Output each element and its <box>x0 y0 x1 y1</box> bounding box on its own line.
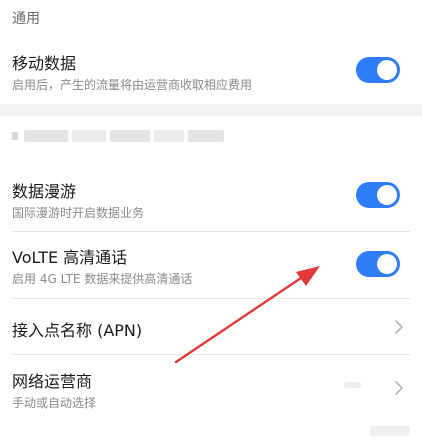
obscured-value <box>344 382 362 388</box>
volte-row[interactable]: VoLTE 高清通话 启用 4G LTE 数据来提供高清通话 <box>0 234 422 296</box>
volte-subtitle: 启用 4G LTE 数据来提供高清通话 <box>12 272 193 286</box>
carrier-title: 网络运营商 <box>12 372 93 391</box>
volte-toggle[interactable] <box>356 251 400 277</box>
toggle-knob <box>377 60 397 80</box>
data-roaming-row[interactable]: 数据漫游 国际漫游时开启数据业务 <box>0 168 422 228</box>
section-header-general: 通用 <box>12 11 40 27</box>
carrier-row[interactable]: 网络运营商 手动或自动选择 <box>0 356 422 418</box>
toggle-knob <box>377 254 397 274</box>
mobile-data-subtitle: 启用后，产生的流量将由运营商收取相应费用 <box>12 78 253 92</box>
mobile-data-title: 移动数据 <box>12 54 77 73</box>
blurred-text-block <box>24 130 68 142</box>
blurred-text-block <box>188 130 224 142</box>
obscured-section-header <box>12 128 227 144</box>
mobile-data-toggle[interactable] <box>356 57 400 83</box>
row-divider <box>12 298 410 299</box>
row-divider <box>12 354 410 355</box>
chevron-right-icon <box>395 381 403 395</box>
section-separator <box>0 104 422 116</box>
blurred-text-block <box>154 130 184 142</box>
carrier-subtitle: 手动或自动选择 <box>12 396 97 410</box>
blurred-text-block <box>12 132 18 140</box>
data-roaming-title: 数据漫游 <box>12 182 77 201</box>
bottom-fade <box>370 426 410 436</box>
chevron-right-icon <box>395 320 403 334</box>
data-roaming-toggle[interactable] <box>356 182 400 208</box>
apn-row[interactable]: 接入点名称 (APN) <box>0 300 422 354</box>
apn-title: 接入点名称 (APN) <box>12 321 143 340</box>
row-divider <box>12 231 410 232</box>
toggle-knob <box>377 185 397 205</box>
blurred-text-block <box>72 130 106 142</box>
data-roaming-subtitle: 国际漫游时开启数据业务 <box>12 206 145 220</box>
mobile-data-row[interactable]: 移动数据 启用后，产生的流量将由运营商收取相应费用 <box>0 40 422 98</box>
blurred-text-block <box>110 130 150 142</box>
volte-title: VoLTE 高清通话 <box>12 248 128 267</box>
